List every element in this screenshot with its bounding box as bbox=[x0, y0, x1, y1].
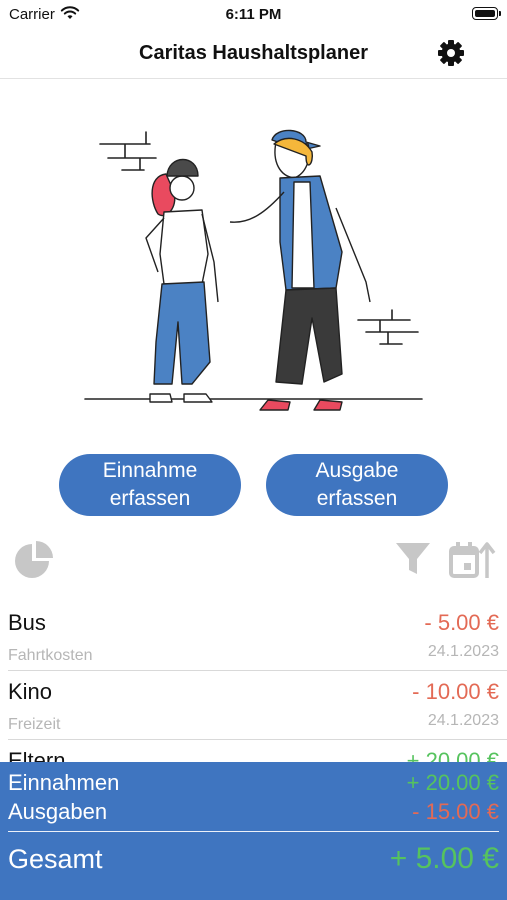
transaction-category: Freizeit bbox=[8, 716, 61, 733]
gear-icon[interactable] bbox=[436, 38, 466, 68]
add-expense-button[interactable]: Ausgabe erfassen bbox=[266, 454, 448, 516]
pie-chart-icon[interactable] bbox=[12, 540, 56, 582]
income-total-value: + 20.00 € bbox=[406, 770, 499, 795]
filter-icon[interactable] bbox=[395, 540, 431, 578]
expense-total-label: Ausgaben bbox=[8, 799, 108, 824]
balance-value: + 5.00 € bbox=[389, 842, 499, 875]
status-bar: Carrier 6:11 PM bbox=[0, 0, 507, 30]
two-people-illustration bbox=[84, 129, 423, 411]
transaction-date: 24.1.2023 bbox=[427, 643, 499, 660]
battery-icon bbox=[472, 7, 501, 20]
page-title: Caritas Haushaltsplaner bbox=[139, 42, 368, 64]
transaction-category: Fahrtkosten bbox=[8, 647, 93, 664]
add-income-label-line1: Einnahme bbox=[102, 459, 198, 482]
summary-panel: Einnahmen + 20.00 € Ausgaben - 15.00 € G… bbox=[0, 762, 507, 900]
income-total-label: Einnahmen bbox=[8, 770, 120, 795]
transaction-row[interactable]: Bus - 5.00 € Fahrtkosten 24.1.2023 bbox=[8, 602, 507, 671]
expense-total-value: - 15.00 € bbox=[412, 799, 499, 824]
transaction-row[interactable]: Kino - 10.00 € Freizeit 24.1.2023 bbox=[8, 671, 507, 740]
transaction-title: Kino bbox=[8, 679, 53, 704]
status-time: 6:11 PM bbox=[225, 6, 282, 23]
add-expense-label-line2: erfassen bbox=[316, 487, 398, 510]
transaction-date: 24.1.2023 bbox=[427, 712, 499, 729]
transaction-title: Bus bbox=[8, 610, 46, 635]
calendar-sort-icon[interactable] bbox=[449, 540, 497, 580]
add-income-button[interactable]: Einnahme erfassen bbox=[59, 454, 241, 516]
add-expense-label-line1: Ausgabe bbox=[315, 459, 399, 482]
navigation-bar: Caritas Haushaltsplaner bbox=[0, 30, 507, 79]
transaction-amount: - 10.00 € bbox=[412, 679, 499, 704]
add-income-label-line2: erfassen bbox=[109, 487, 191, 510]
transaction-amount: - 5.00 € bbox=[424, 610, 499, 635]
summary-divider bbox=[8, 831, 499, 832]
balance-label: Gesamt bbox=[8, 844, 103, 874]
